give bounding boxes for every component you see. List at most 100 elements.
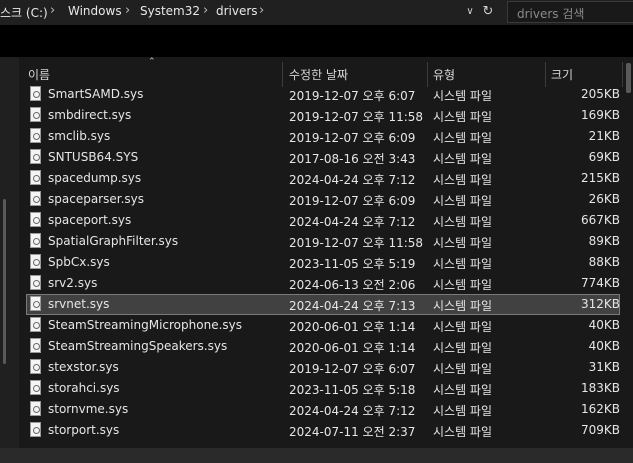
file-name: srvnet.sys [48,297,110,311]
file-name: SmartSAMD.sys [48,87,144,101]
file-date: 2024-04-24 오후 7:12 [289,404,416,418]
table-row[interactable]: SmartSAMD.sys 2019-12-07 오후 6:07 시스템 파일 205… [26,84,620,105]
system-file-icon [30,380,41,395]
table-row[interactable]: stexstor.sys 2019-12-07 오후 6:07 시스템 파일 31KB [26,357,620,378]
system-file-icon [30,254,41,269]
table-row[interactable]: srv2.sys 2024-06-13 오전 2:06 시스템 파일 774KB [26,273,620,294]
breadcrumb-drive[interactable]: 스크 (C:) [0,4,48,21]
file-size: 205KB [580,87,620,101]
file-type: 시스템 파일 [433,236,493,250]
file-type: 시스템 파일 [433,320,493,334]
file-date: 2024-06-13 오전 2:06 [289,278,416,292]
table-row[interactable]: storport.sys 2024-07-11 오전 2:37 시스템 파일 709K… [26,420,620,441]
file-date: 2024-04-24 오후 7:13 [289,299,416,313]
table-row[interactable]: spaceparser.sys 2019-12-07 오후 6:09 시스템 파일 2… [26,189,620,210]
search-input[interactable]: drivers 검색 [507,1,633,23]
system-file-icon [30,338,41,353]
column-header-name[interactable]: 이름 [28,66,50,83]
file-name: SteamStreamingMicrophone.sys [48,318,242,332]
table-row[interactable]: smclib.sys 2019-12-07 오후 6:09 시스템 파일 21KB [26,126,620,147]
file-type: 시스템 파일 [433,215,493,229]
file-size: 162KB [580,402,620,416]
chevron-down-icon[interactable]: ∨ [463,4,477,20]
file-date: 2020-06-01 오후 1:14 [289,320,416,334]
refresh-icon[interactable]: ↻ [480,3,496,21]
table-row[interactable]: SpatialGraphFilter.sys 2019-12-07 오후 11:5… [26,231,620,252]
breadcrumb-system32[interactable]: System32 [140,4,200,18]
file-name: smclib.sys [48,129,111,143]
system-file-icon [30,296,41,311]
file-date: 2019-12-07 오후 6:07 [289,89,416,103]
system-file-icon [30,275,41,290]
file-size: 69KB [588,150,620,164]
file-size: 169KB [580,108,620,122]
table-row[interactable]: SpbCx.sys 2023-11-05 오후 5:19 시스템 파일 88KB [26,252,620,273]
column-header-date[interactable]: 수정한 날짜 [289,66,348,83]
file-size: 21KB [588,129,620,143]
file-name: SpatialGraphFilter.sys [48,234,179,248]
table-row[interactable]: spacedump.sys 2024-04-24 오후 7:12 시스템 파일 215… [26,168,620,189]
file-type: 시스템 파일 [433,131,493,145]
file-date: 2019-12-07 오후 6:09 [289,194,416,208]
system-file-icon [30,422,41,437]
table-row[interactable]: spaceport.sys 2024-04-24 오후 7:12 시스템 파일 667… [26,210,620,231]
system-file-icon [30,401,41,416]
file-type: 시스템 파일 [433,425,493,439]
file-date: 2020-06-01 오후 1:14 [289,341,416,355]
table-row[interactable]: SNTUSB64.SYS 2017-08-16 오전 3:43 시스템 파일 69KB [26,147,620,168]
file-size: 667KB [580,213,620,227]
table-row[interactable]: storahci.sys 2023-11-05 오후 5:18 시스템 파일 183K… [26,378,620,399]
column-header-type[interactable]: 유형 [433,66,455,83]
system-file-icon [30,149,41,164]
breadcrumb-drivers[interactable]: drivers [216,4,258,18]
file-type: 시스템 파일 [433,362,493,376]
file-size: 312KB [580,297,620,311]
file-type: 시스템 파일 [433,341,493,355]
file-date: 2019-12-07 오후 6:09 [289,131,416,145]
file-date: 2019-12-07 오후 6:07 [289,362,416,376]
chevron-right-icon[interactable]: › [50,3,55,18]
vertical-scrollbar[interactable] [623,57,633,463]
status-bar [0,448,633,463]
system-file-icon [30,191,41,206]
file-type: 시스템 파일 [433,278,493,292]
system-file-icon [30,128,41,143]
file-size: 40KB [588,318,620,332]
file-type: 시스템 파일 [433,299,493,313]
file-size: 774KB [580,276,620,290]
column-header-size[interactable]: 크기 [551,66,573,83]
file-name: SNTUSB64.SYS [48,150,139,164]
file-name: spaceport.sys [48,213,132,227]
file-name: srv2.sys [48,276,98,290]
nav-scrollbar-thumb[interactable] [3,199,6,364]
file-type: 시스템 파일 [433,383,493,397]
file-name: storahci.sys [48,381,120,395]
file-list: ⌃ 이름 수정한 날짜 유형 크기 SmartSAMD.sys 2019-12-0… [19,57,633,463]
table-row[interactable]: SteamStreamingMicrophone.sys 2020-06-01 오… [26,315,620,336]
file-size: 31KB [588,360,620,374]
table-row[interactable]: stornvme.sys 2024-04-24 오후 7:12 시스템 파일 162K… [26,399,620,420]
system-file-icon [30,359,41,374]
file-date: 2023-11-05 오후 5:18 [289,383,416,397]
file-name: SpbCx.sys [48,255,110,269]
file-name: spacedump.sys [48,171,142,185]
chevron-right-icon[interactable]: › [259,3,264,18]
file-type: 시스템 파일 [433,89,493,103]
breadcrumb-windows[interactable]: Windows [68,4,122,18]
navigation-pane[interactable] [0,57,19,463]
chevron-right-icon[interactable]: › [125,3,130,18]
table-row[interactable]: SteamStreamingSpeakers.sys 2020-06-01 오후 … [26,336,620,357]
scrollbar-thumb[interactable] [626,63,631,93]
file-name: SteamStreamingSpeakers.sys [48,339,228,353]
file-size: 89KB [588,234,620,248]
search-placeholder: drivers 검색 [517,7,585,21]
file-type: 시스템 파일 [433,173,493,187]
command-bar [0,25,633,57]
file-date: 2023-11-05 오후 5:19 [289,257,416,271]
table-row[interactable]: srvnet.sys 2024-04-24 오후 7:13 시스템 파일 312KB [26,294,620,315]
file-type: 시스템 파일 [433,194,493,208]
file-type: 시스템 파일 [433,404,493,418]
table-row[interactable]: smbdirect.sys 2019-12-07 오후 11:58 시스템 파일 16… [26,105,620,126]
chevron-right-icon[interactable]: › [203,3,208,18]
system-file-icon [30,233,41,248]
